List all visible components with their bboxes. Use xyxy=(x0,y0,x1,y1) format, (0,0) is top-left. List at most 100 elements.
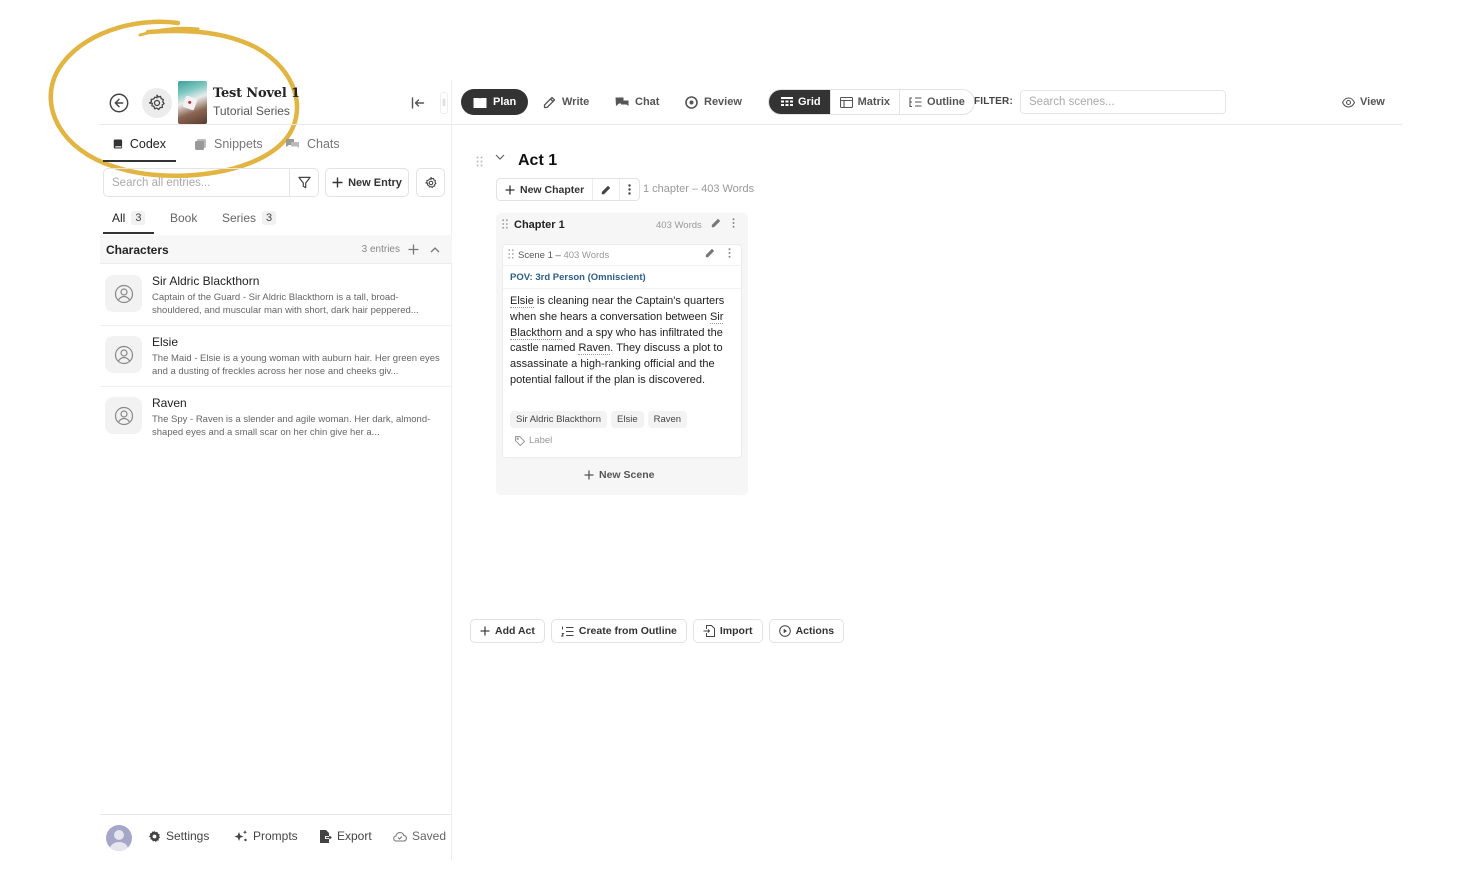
mention-elsie[interactable]: Elsie xyxy=(510,295,534,308)
plan-grid-area: Act 1 New Chapter 1 chapter – 403 Words … xyxy=(452,126,1403,860)
main-toolbar: ‖ Plan Write Chat Review Grid Matrix Out… xyxy=(440,80,1403,125)
add-label-button[interactable]: Label xyxy=(515,435,552,446)
chapter-more-button[interactable] xyxy=(732,218,735,228)
codex-settings-button[interactable] xyxy=(416,168,445,197)
mode-plan-label: Plan xyxy=(493,96,517,108)
character-avatar xyxy=(105,336,142,373)
scene-search-input[interactable] xyxy=(1020,90,1226,114)
filter-tab-all[interactable]: All 3 xyxy=(103,202,154,234)
codex-filter-button[interactable] xyxy=(289,169,318,196)
export-button[interactable]: Export xyxy=(319,829,372,843)
new-chapter-label: New Chapter xyxy=(520,183,585,196)
edit-scene-button[interactable] xyxy=(705,248,715,258)
new-chapter-button[interactable]: New Chapter xyxy=(497,179,592,200)
view-outline-label: Outline xyxy=(927,96,965,108)
category-entry-count: 3 entries xyxy=(361,244,400,255)
character-entry[interactable]: Sir Aldric Blackthorn Captain of the Gua… xyxy=(100,265,452,326)
filter-tab-book[interactable]: Book xyxy=(161,202,206,234)
settings-button[interactable]: Settings xyxy=(148,829,209,843)
add-act-button[interactable]: Add Act xyxy=(470,619,545,643)
export-label: Export xyxy=(337,829,372,843)
sidebar-resize-handle[interactable]: ‖ xyxy=(440,92,448,114)
view-grid-label: Grid xyxy=(798,96,821,108)
scene-word-count: 403 Words xyxy=(563,250,610,261)
character-list: Sir Aldric Blackthorn Captain of the Gua… xyxy=(100,265,452,448)
filter-tab-series-label: Series xyxy=(222,211,257,225)
scene-drag-handle[interactable] xyxy=(508,249,514,259)
character-description: Captain of the Guard - Sir Aldric Blackt… xyxy=(152,292,419,316)
edit-act-button[interactable] xyxy=(592,179,619,200)
book-title: Test Novel 1 xyxy=(213,86,300,101)
mention-raven[interactable]: Raven xyxy=(578,342,611,356)
collapse-category-button[interactable] xyxy=(426,239,444,259)
character-entry[interactable]: Elsie The Maid - Elsie is a young woman … xyxy=(100,326,452,387)
user-avatar[interactable] xyxy=(106,825,132,851)
codex-tag[interactable]: Raven xyxy=(647,411,688,428)
scene-title: Scene 1 – 403 Words xyxy=(518,250,610,261)
book-icon xyxy=(113,139,123,149)
chapter-drag-handle[interactable] xyxy=(502,219,508,229)
collapse-left-icon xyxy=(411,97,425,109)
view-grid-button[interactable]: Grid xyxy=(769,90,830,114)
open-book-icon xyxy=(473,97,487,108)
act-more-button[interactable] xyxy=(619,179,639,200)
codex-tag[interactable]: Sir Aldric Blackthorn xyxy=(510,411,608,428)
import-button[interactable]: Import xyxy=(692,619,763,643)
new-scene-button[interactable]: New Scene xyxy=(584,469,654,481)
collapse-act-button[interactable] xyxy=(495,154,505,161)
codex-search-input[interactable] xyxy=(104,169,290,196)
tab-codex[interactable]: Codex xyxy=(103,126,176,162)
filter-tab-series[interactable]: Series 3 xyxy=(213,202,285,234)
book-cover-image[interactable] xyxy=(178,81,207,124)
act-drag-handle[interactable] xyxy=(476,156,483,167)
create-from-outline-button[interactable]: Create from Outline xyxy=(550,619,687,643)
tab-chats[interactable]: Chats xyxy=(275,126,350,162)
tab-snippets-label: Snippets xyxy=(214,137,263,151)
tag-icon xyxy=(515,435,525,446)
new-entry-button[interactable]: New Entry xyxy=(325,168,409,197)
category-header-characters[interactable]: Characters 3 entries xyxy=(100,235,452,264)
act-title[interactable]: Act 1 xyxy=(518,152,557,170)
category-title: Characters xyxy=(106,243,169,257)
collapse-sidebar-button[interactable] xyxy=(406,92,430,114)
chapter-title[interactable]: Chapter 1 xyxy=(514,219,565,231)
tab-snippets[interactable]: Snippets xyxy=(184,126,273,162)
actions-button[interactable]: Actions xyxy=(768,619,845,643)
plus-icon xyxy=(408,244,418,254)
mode-write-button[interactable]: Write xyxy=(531,89,601,115)
add-character-button[interactable] xyxy=(404,239,422,259)
codex-tag[interactable]: Elsie xyxy=(611,411,644,428)
prompts-button[interactable]: Prompts xyxy=(234,829,298,843)
view-outline-button[interactable]: Outline xyxy=(899,90,974,114)
drag-dots-icon xyxy=(502,219,508,229)
mode-plan-button[interactable]: Plan xyxy=(461,89,529,115)
eye-circle-icon xyxy=(685,95,698,109)
sidebar-footer: Settings Prompts Export Saved xyxy=(100,814,452,860)
scene-pov[interactable]: POV: 3rd Person (Omniscient) xyxy=(503,267,741,289)
edit-chapter-button[interactable] xyxy=(711,218,721,228)
character-name: Elsie xyxy=(152,335,179,349)
character-entry[interactable]: Raven The Spy - Raven is a slender and a… xyxy=(100,387,452,448)
character-name: Sir Aldric Blackthorn xyxy=(152,274,260,288)
chat-bubbles-icon xyxy=(286,139,299,148)
mode-chat-button[interactable]: Chat xyxy=(603,89,671,115)
save-status: Saved xyxy=(393,829,446,843)
scene-card[interactable]: Scene 1 – 403 Words POV: 3rd Person (Omn… xyxy=(502,244,742,458)
project-settings-button[interactable] xyxy=(142,88,172,118)
gear-filled-icon xyxy=(148,830,161,842)
back-button[interactable] xyxy=(106,90,132,116)
user-circle-icon xyxy=(114,345,133,364)
cloud-check-icon xyxy=(393,831,407,842)
view-options-button[interactable]: View xyxy=(1342,89,1385,115)
sidebar-header: Test Novel 1 Tutorial Series xyxy=(100,80,452,125)
chapter-word-count: 403 Words xyxy=(656,220,702,231)
scene-summary[interactable]: Elsie is cleaning near the Captain's qua… xyxy=(510,294,738,389)
pencil-icon xyxy=(705,248,715,258)
mode-review-button[interactable]: Review xyxy=(673,89,754,115)
book-series: Tutorial Series xyxy=(213,104,290,118)
view-matrix-button[interactable]: Matrix xyxy=(829,90,899,114)
codex-sidebar: Test Novel 1 Tutorial Series Codex Snipp… xyxy=(100,80,452,860)
chat-bubbles-icon xyxy=(615,97,629,106)
scene-more-button[interactable] xyxy=(728,248,731,258)
filter-tab-book-label: Book xyxy=(170,211,198,225)
